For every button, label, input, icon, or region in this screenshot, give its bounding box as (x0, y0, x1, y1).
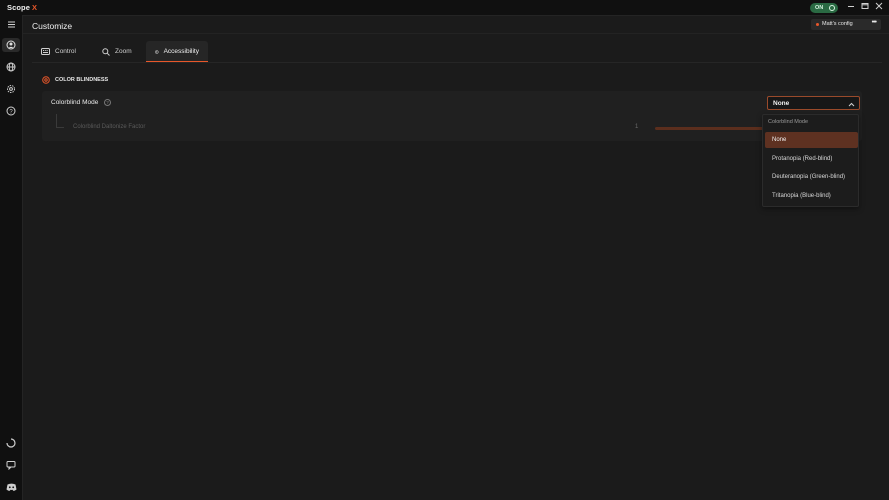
more-icon[interactable]: ••• (872, 19, 877, 26)
config-button[interactable]: Matt's config ••• (811, 19, 881, 30)
header-divider (23, 33, 889, 34)
app-name: Scope (7, 3, 31, 12)
accessibility-icon (155, 49, 159, 54)
power-toggle-knob (829, 5, 835, 11)
dropdown-option-tritanopia[interactable]: Tritanopia (Blue-blind) (765, 188, 858, 204)
colorblind-mode-select[interactable]: None (767, 96, 860, 110)
tab-accessibility[interactable]: Accessibility (146, 41, 208, 63)
dropdown-option-protanopia[interactable]: Protanopia (Red-blind) (765, 151, 858, 167)
left-rail: ? (0, 15, 22, 500)
tab-control-label: Control (55, 48, 76, 55)
help-icon[interactable]: ? (5, 105, 17, 117)
tab-zoom[interactable]: Zoom (93, 41, 141, 62)
daltonize-factor-label: Colorblind Daltonize Factor (73, 124, 146, 130)
chevron-up-icon (848, 98, 855, 110)
chat-icon[interactable] (5, 459, 17, 471)
tree-connector (56, 114, 64, 128)
title-bar: Scope X ON (0, 0, 889, 15)
power-toggle-label: ON (815, 4, 824, 11)
search-icon (102, 47, 110, 56)
colorblind-mode-dropdown: Colorblind Mode None Protanopia (Red-bli… (762, 114, 859, 207)
page-title: Customize (32, 21, 73, 31)
section-title: COLOR BLINDNESS (55, 77, 109, 83)
tab-control[interactable]: Control (32, 41, 85, 62)
minimize-icon[interactable] (846, 2, 856, 13)
colorblind-mode-label: Colorblind Mode (51, 99, 99, 106)
colorblind-settings-card: Colorblind Mode ? Colorblind Daltonize F… (42, 91, 862, 141)
config-status-dot (816, 22, 819, 26)
colorblind-mode-selected-value: None (773, 99, 790, 107)
section-header: COLOR BLINDNESS (42, 76, 108, 84)
eye-icon (42, 76, 50, 84)
close-icon[interactable] (874, 2, 884, 13)
maximize-icon[interactable] (860, 2, 870, 13)
app-name-accent: X (32, 3, 38, 12)
discord-icon[interactable] (5, 481, 17, 493)
question-icon[interactable]: ? (104, 99, 111, 106)
daltonize-factor-value: 1 (635, 124, 639, 130)
gear-icon[interactable] (5, 83, 17, 95)
globe-icon[interactable] (5, 61, 17, 73)
tab-zoom-label: Zoom (115, 48, 132, 55)
tab-divider (32, 62, 882, 63)
keyboard-icon (41, 48, 50, 55)
dropdown-header: Colorblind Mode (768, 119, 809, 125)
loading-icon (5, 437, 17, 449)
menu-icon[interactable] (5, 18, 17, 30)
main-panel: Customize Matt's config ••• Control Zoom… (22, 15, 889, 500)
tab-accessibility-label: Accessibility (163, 48, 199, 55)
user-circle-icon[interactable] (2, 38, 20, 52)
dropdown-option-none[interactable]: None (765, 132, 858, 148)
daltonize-factor-row: Colorblind Daltonize Factor 1 (42, 114, 862, 141)
app-logo: Scope X (7, 3, 37, 12)
dropdown-option-deuteranopia[interactable]: Deuteranopia (Green-blind) (765, 169, 858, 185)
power-toggle[interactable]: ON (810, 3, 838, 13)
config-label: Matt's config (822, 21, 853, 27)
